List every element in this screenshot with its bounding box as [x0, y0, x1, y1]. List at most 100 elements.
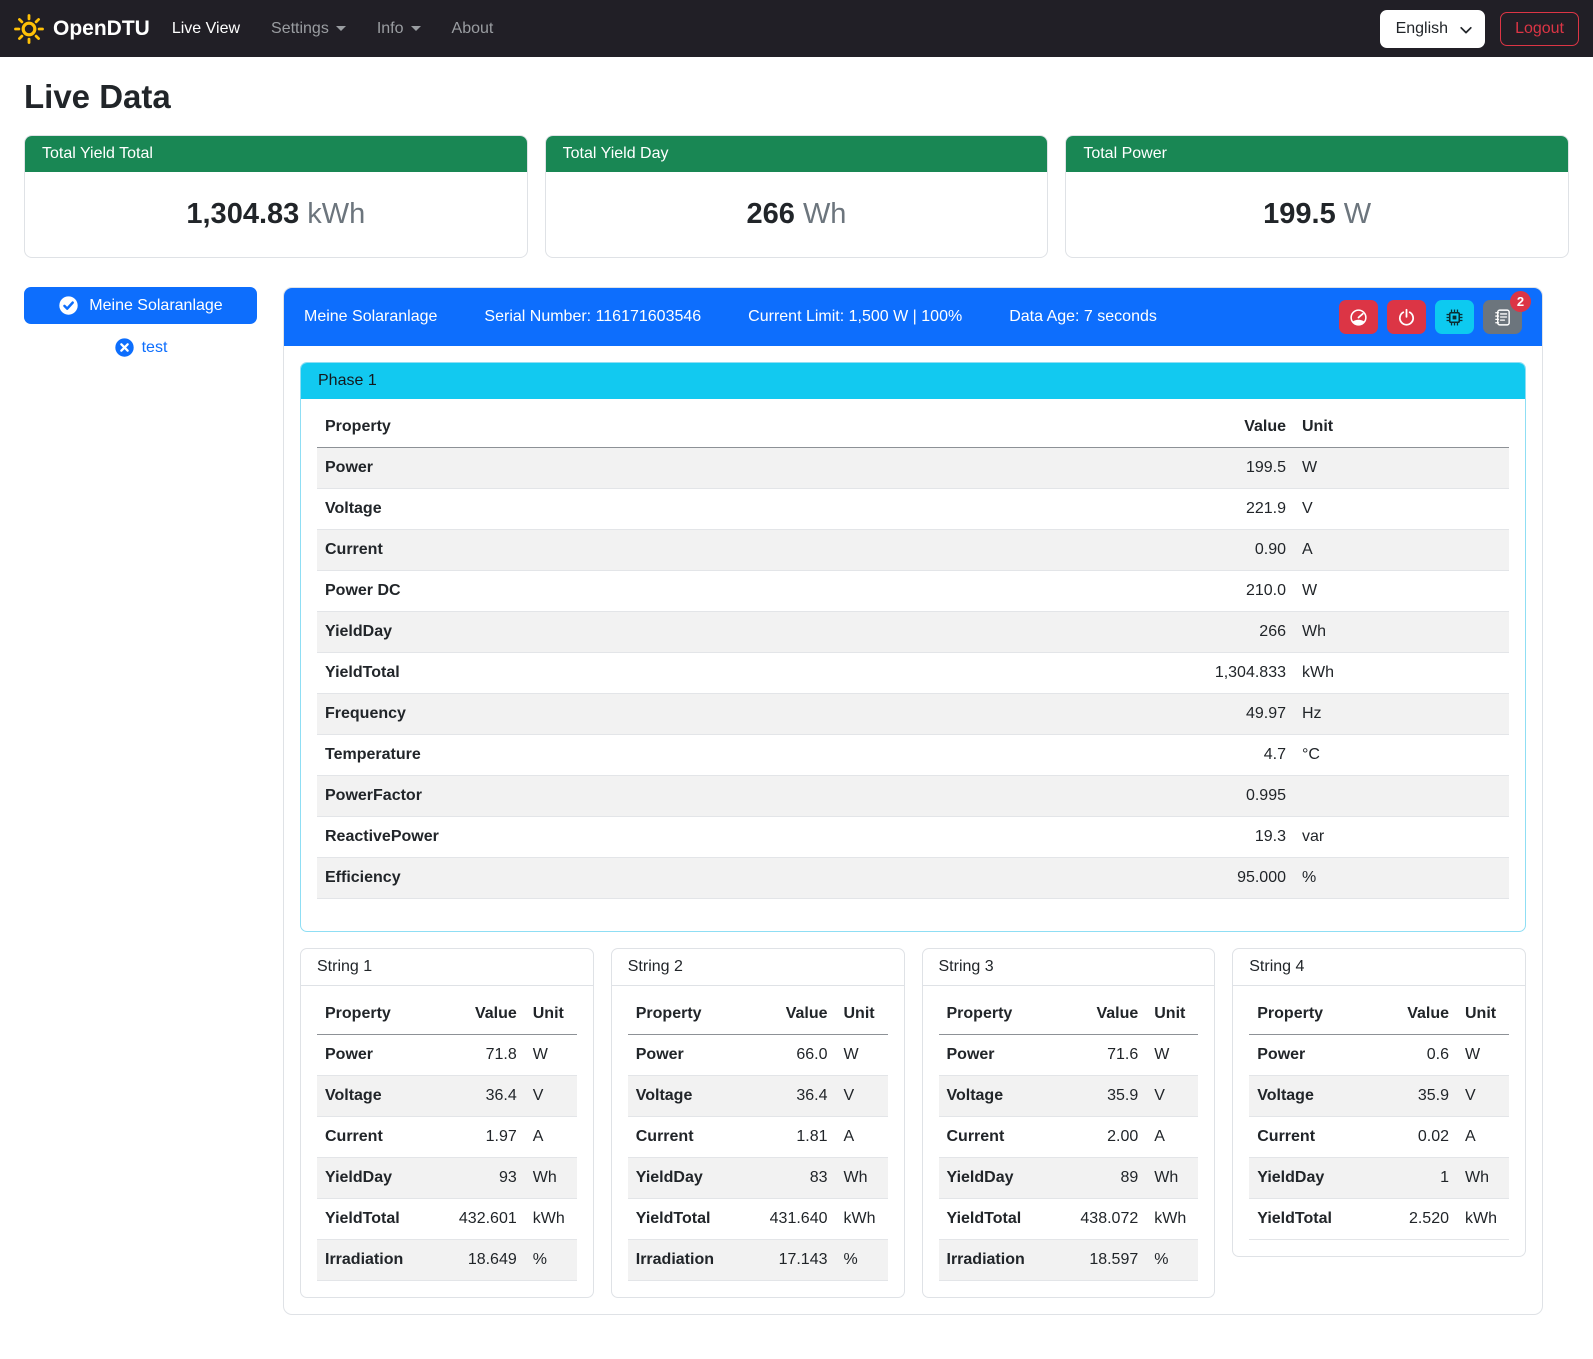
unit-cell: V	[1294, 489, 1509, 530]
property-cell: Frequency	[317, 694, 902, 735]
unit-cell: Wh	[1146, 1158, 1198, 1199]
inverter-name: Meine Solaranlage	[304, 308, 437, 326]
limit-settings-button[interactable]	[1339, 300, 1378, 334]
page-title: Live Data	[24, 78, 1569, 116]
value-cell: 1.81	[750, 1117, 836, 1158]
power-button[interactable]	[1387, 300, 1426, 334]
nav-item-about[interactable]: About	[452, 12, 494, 46]
unit-cell: W	[1294, 571, 1509, 612]
unit-cell: %	[525, 1240, 577, 1281]
property-cell: YieldDay	[317, 612, 902, 653]
property-cell: YieldDay	[939, 1158, 1061, 1199]
header-row: PropertyValueUnit	[317, 407, 1509, 448]
logout-button[interactable]: Logout	[1500, 12, 1579, 46]
value-cell: 2.520	[1371, 1199, 1457, 1240]
summary-unit: kWh	[307, 198, 365, 230]
table-row: YieldDay93Wh	[317, 1158, 577, 1199]
value-cell: 83	[750, 1158, 836, 1199]
unit-cell: kWh	[1457, 1199, 1509, 1240]
column-header-unit: Unit	[1294, 407, 1509, 448]
property-cell: Power	[939, 1035, 1061, 1076]
column-header-value: Value	[902, 407, 1295, 448]
table-row: Voltage35.9V	[939, 1076, 1199, 1117]
unit-cell: V	[525, 1076, 577, 1117]
table-body: Power0.6WVoltage35.9VCurrent0.02AYieldDa…	[1249, 1035, 1509, 1240]
top-navbar: OpenDTU Live View Settings Info About En…	[0, 0, 1593, 57]
nav-item-label: Info	[377, 20, 404, 38]
string-card-title: String 4	[1233, 949, 1525, 986]
value-cell: 19.3	[902, 817, 1295, 858]
table-row: PowerFactor0.995	[317, 776, 1509, 817]
table-row: Voltage35.9V	[1249, 1076, 1509, 1117]
table-row: Power71.8W	[317, 1035, 577, 1076]
unit-cell: Wh	[1457, 1158, 1509, 1199]
table-row: YieldDay266Wh	[317, 612, 1509, 653]
unit-cell: A	[1294, 530, 1509, 571]
nav-item-label: About	[452, 20, 494, 38]
property-cell: Irradiation	[628, 1240, 750, 1281]
property-cell: YieldDay	[628, 1158, 750, 1199]
value-cell: 210.0	[902, 571, 1295, 612]
nav-item-info[interactable]: Info	[377, 12, 421, 46]
string-card-4: String 4 PropertyValueUnitPower0.6WVoltag…	[1232, 948, 1526, 1257]
unit-cell: Wh	[525, 1158, 577, 1199]
check-circle-icon	[58, 295, 79, 316]
language-select[interactable]: English	[1380, 10, 1485, 48]
table-row: YieldDay89Wh	[939, 1158, 1199, 1199]
table-row: Voltage36.4V	[628, 1076, 888, 1117]
property-cell: YieldDay	[1249, 1158, 1371, 1199]
inverter-toggle-test[interactable]: test	[24, 337, 257, 358]
value-cell: 0.90	[902, 530, 1295, 571]
device-info-button[interactable]	[1435, 300, 1474, 334]
table-row: Irradiation18.597%	[939, 1240, 1199, 1281]
column-header-property: Property	[628, 994, 750, 1035]
value-cell: 49.97	[902, 694, 1295, 735]
string-table: PropertyValueUnitPower0.6WVoltage35.9VCu…	[1249, 994, 1509, 1240]
string-card-1: String 1PropertyValueUnitPower71.8WVolta…	[300, 948, 594, 1298]
unit-cell: A	[525, 1117, 577, 1158]
value-cell: 89	[1060, 1158, 1146, 1199]
value-cell: 71.8	[439, 1035, 525, 1076]
unit-cell: V	[1146, 1076, 1198, 1117]
string-table: PropertyValueUnitPower71.6WVoltage35.9VC…	[939, 994, 1199, 1281]
property-cell: Voltage	[317, 489, 902, 530]
property-cell: YieldDay	[317, 1158, 439, 1199]
table-row: Current1.81A	[628, 1117, 888, 1158]
table-row: YieldDay83Wh	[628, 1158, 888, 1199]
inverter-limit: Current Limit: 1,500 W | 100%	[748, 308, 962, 326]
inverter-select-button[interactable]: Meine Solaranlage	[24, 287, 257, 324]
string-card-body: PropertyValueUnitPower71.6WVoltage35.9VC…	[923, 986, 1215, 1281]
nav-item-live-view[interactable]: Live View	[172, 12, 240, 46]
table-body: Power66.0WVoltage36.4VCurrent1.81AYieldD…	[628, 1035, 888, 1281]
chevron-down-icon	[411, 26, 421, 31]
inverter-header: Meine Solaranlage Serial Number: 1161716…	[284, 288, 1542, 346]
table-row: Current1.97A	[317, 1117, 577, 1158]
nav-item-settings[interactable]: Settings	[271, 12, 346, 46]
summary-card-title: Total Yield Day	[546, 136, 1048, 172]
navbar-right: English Logout	[1380, 10, 1579, 48]
chevron-down-icon	[336, 26, 346, 31]
table-body: Power71.8WVoltage36.4VCurrent1.97AYieldD…	[317, 1035, 577, 1281]
column-header-unit: Unit	[1146, 994, 1198, 1035]
unit-cell: W	[1294, 448, 1509, 489]
string-table: PropertyValueUnitPower66.0WVoltage36.4VC…	[628, 994, 888, 1281]
brand-logo[interactable]: OpenDTU	[14, 14, 150, 44]
summary-unit: W	[1344, 198, 1371, 230]
value-cell: 221.9	[902, 489, 1295, 530]
property-cell: Power	[628, 1035, 750, 1076]
unit-cell	[1294, 776, 1509, 817]
table-row: ReactivePower19.3var	[317, 817, 1509, 858]
chevron-down-icon	[1459, 23, 1473, 42]
property-cell: Irradiation	[939, 1240, 1061, 1281]
property-cell: Efficiency	[317, 858, 902, 899]
value-cell: 0.6	[1371, 1035, 1457, 1076]
inverter-actions: 2	[1339, 300, 1522, 334]
table-row: Power DC210.0W	[317, 571, 1509, 612]
event-log-button[interactable]: 2	[1483, 300, 1522, 334]
string-card-title: String 2	[612, 949, 904, 986]
property-cell: Current	[317, 1117, 439, 1158]
value-cell: 18.649	[439, 1240, 525, 1281]
strings-row: String 1PropertyValueUnitPower71.8WVolta…	[300, 948, 1526, 1298]
summary-card-body: 1,304.83kWh	[25, 172, 527, 257]
table-body: Power199.5WVoltage221.9VCurrent0.90APowe…	[317, 448, 1509, 899]
